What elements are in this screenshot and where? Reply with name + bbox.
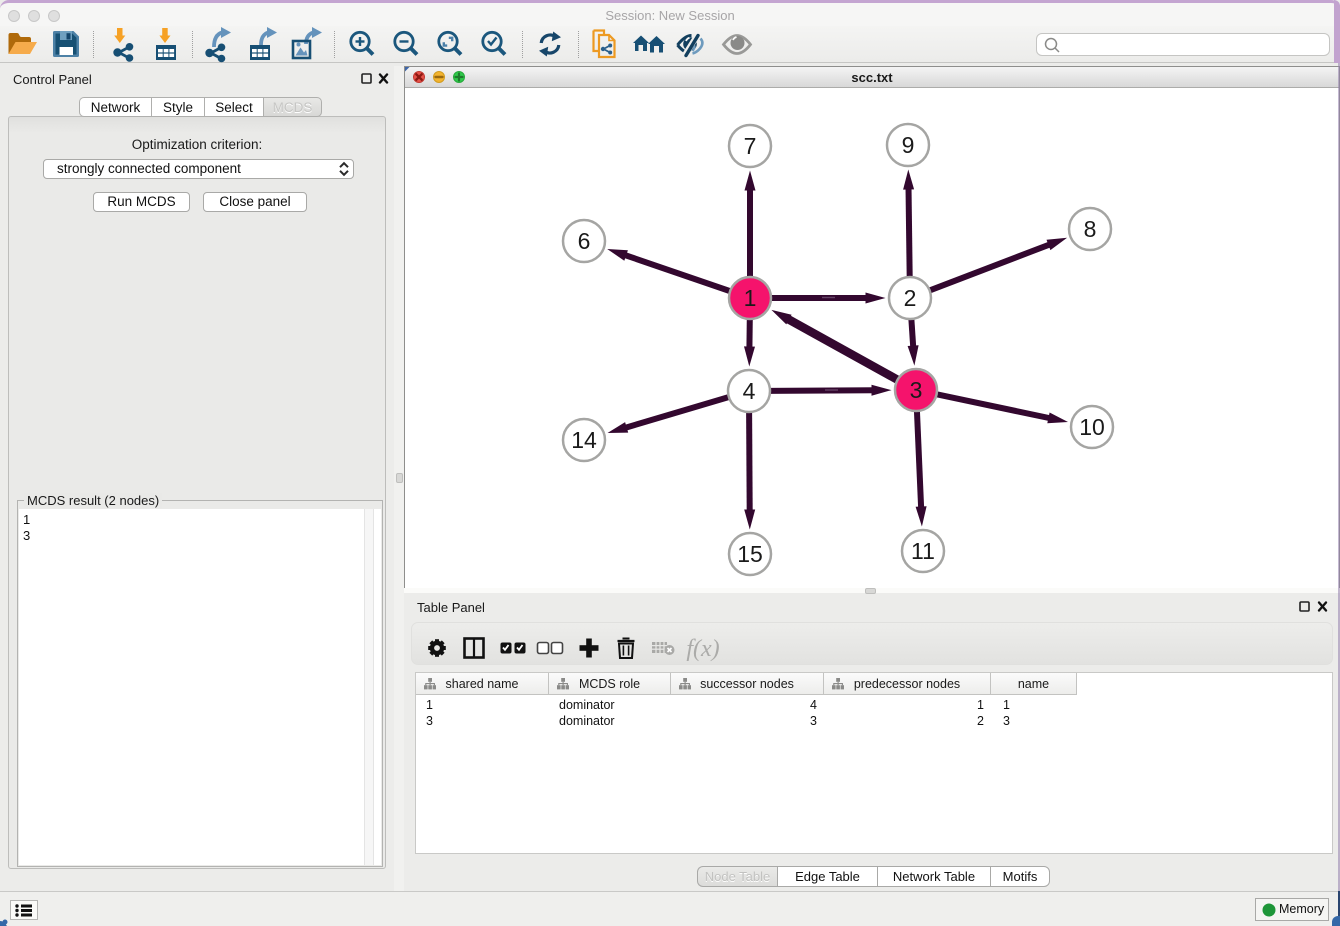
svg-text:11: 11 [911, 538, 935, 564]
svg-text:9: 9 [902, 132, 915, 158]
svg-text:14: 14 [571, 427, 597, 453]
svg-text:15: 15 [737, 541, 763, 567]
svg-text:8: 8 [1084, 216, 1097, 242]
svg-text:3: 3 [910, 377, 923, 403]
svg-text:2: 2 [904, 285, 917, 311]
svg-text:6: 6 [578, 228, 591, 254]
svg-text:7: 7 [744, 133, 757, 159]
svg-text:f(x): f(x) [686, 636, 719, 662]
svg-text:1: 1 [744, 285, 757, 311]
svg-text:4: 4 [743, 378, 756, 404]
svg-text:10: 10 [1079, 414, 1105, 440]
